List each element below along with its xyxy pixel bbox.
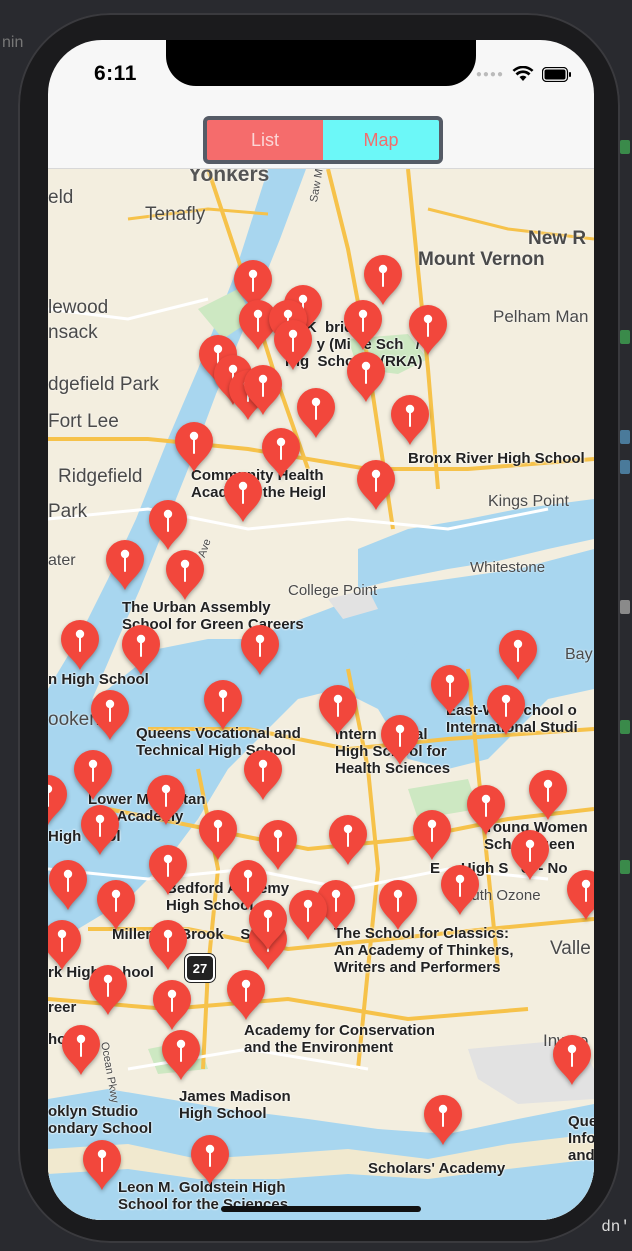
school-pin-marker[interactable]	[497, 629, 539, 681]
simulator-screen: 6:11 ●●●● List Map Yonkers Tenafly New R…	[48, 40, 594, 1220]
school-pin-marker[interactable]	[79, 804, 121, 856]
school-pin-marker[interactable]	[147, 499, 189, 551]
status-bar: 6:11 ●●●●	[48, 40, 594, 110]
school-pin-marker[interactable]	[89, 689, 131, 741]
school-pin-marker[interactable]	[327, 814, 369, 866]
school-pin-marker[interactable]	[565, 869, 594, 921]
school-pin-marker[interactable]	[317, 684, 359, 736]
school-pin-marker[interactable]	[379, 714, 421, 766]
map-view[interactable]: Yonkers Tenafly New R Mount Vernon Pelha…	[48, 169, 594, 1220]
school-pin-marker[interactable]	[355, 459, 397, 511]
school-pin-marker[interactable]	[465, 784, 507, 836]
school-pin-marker[interactable]	[151, 979, 193, 1031]
school-pin-marker[interactable]	[439, 864, 481, 916]
school-pin-marker[interactable]	[189, 1134, 231, 1186]
school-pin-marker[interactable]	[48, 919, 83, 971]
notch	[166, 40, 476, 86]
school-pin-marker[interactable]	[527, 769, 569, 821]
list-map-segmented-control[interactable]: List Map	[203, 116, 443, 164]
wifi-icon	[512, 66, 534, 81]
school-pin-marker[interactable]	[120, 624, 162, 676]
school-pin-marker[interactable]	[95, 879, 137, 931]
school-pin-marker[interactable]	[242, 749, 284, 801]
school-pin-marker[interactable]	[222, 471, 264, 523]
navigation-bar: List Map	[48, 110, 594, 169]
ide-text-fragment: dn'	[601, 1218, 630, 1236]
school-pin-marker[interactable]	[422, 1094, 464, 1146]
ide-tab-fragment: nin	[2, 34, 24, 51]
school-pin-marker[interactable]	[59, 619, 101, 671]
signal-dots-icon: ●●●●	[475, 68, 504, 80]
school-pin-marker[interactable]	[147, 844, 189, 896]
school-pin-marker[interactable]	[87, 964, 129, 1016]
school-pin-marker[interactable]	[342, 299, 384, 351]
school-pin-marker[interactable]	[485, 684, 527, 736]
school-pin-marker[interactable]	[389, 394, 431, 446]
school-pin-marker[interactable]	[239, 624, 281, 676]
school-pin-marker[interactable]	[287, 889, 329, 941]
status-icons: ●●●●	[476, 66, 572, 82]
school-pin-marker[interactable]	[60, 1024, 102, 1076]
school-pin-marker[interactable]	[48, 859, 89, 911]
school-pin-marker[interactable]	[247, 899, 289, 951]
school-pin-marker[interactable]	[145, 774, 187, 826]
school-pin-marker[interactable]	[377, 879, 419, 931]
status-time: 6:11	[94, 62, 137, 85]
school-pin-marker[interactable]	[260, 427, 302, 479]
school-pin-marker[interactable]	[197, 809, 239, 861]
school-pin-marker[interactable]	[242, 364, 284, 416]
school-pin-marker[interactable]	[509, 829, 551, 881]
school-pin-marker[interactable]	[104, 539, 146, 591]
school-pin-marker[interactable]	[147, 919, 189, 971]
school-pin-marker[interactable]	[160, 1029, 202, 1081]
pin-layer	[48, 169, 594, 1220]
school-pin-marker[interactable]	[429, 664, 471, 716]
battery-icon	[542, 66, 571, 82]
school-pin-marker[interactable]	[81, 1139, 123, 1191]
home-indicator[interactable]	[221, 1206, 421, 1212]
school-pin-marker[interactable]	[173, 421, 215, 473]
school-pin-marker[interactable]	[72, 749, 114, 801]
school-pin-marker[interactable]	[202, 679, 244, 731]
school-pin-marker[interactable]	[48, 774, 69, 826]
school-pin-marker[interactable]	[345, 351, 387, 403]
list-segment[interactable]: List	[207, 120, 323, 160]
school-pin-marker[interactable]	[407, 304, 449, 356]
school-pin-marker[interactable]	[164, 549, 206, 601]
map-segment[interactable]: Map	[323, 120, 439, 160]
school-pin-marker[interactable]	[551, 1034, 593, 1086]
school-pin-marker[interactable]	[225, 969, 267, 1021]
school-pin-marker[interactable]	[411, 809, 453, 861]
